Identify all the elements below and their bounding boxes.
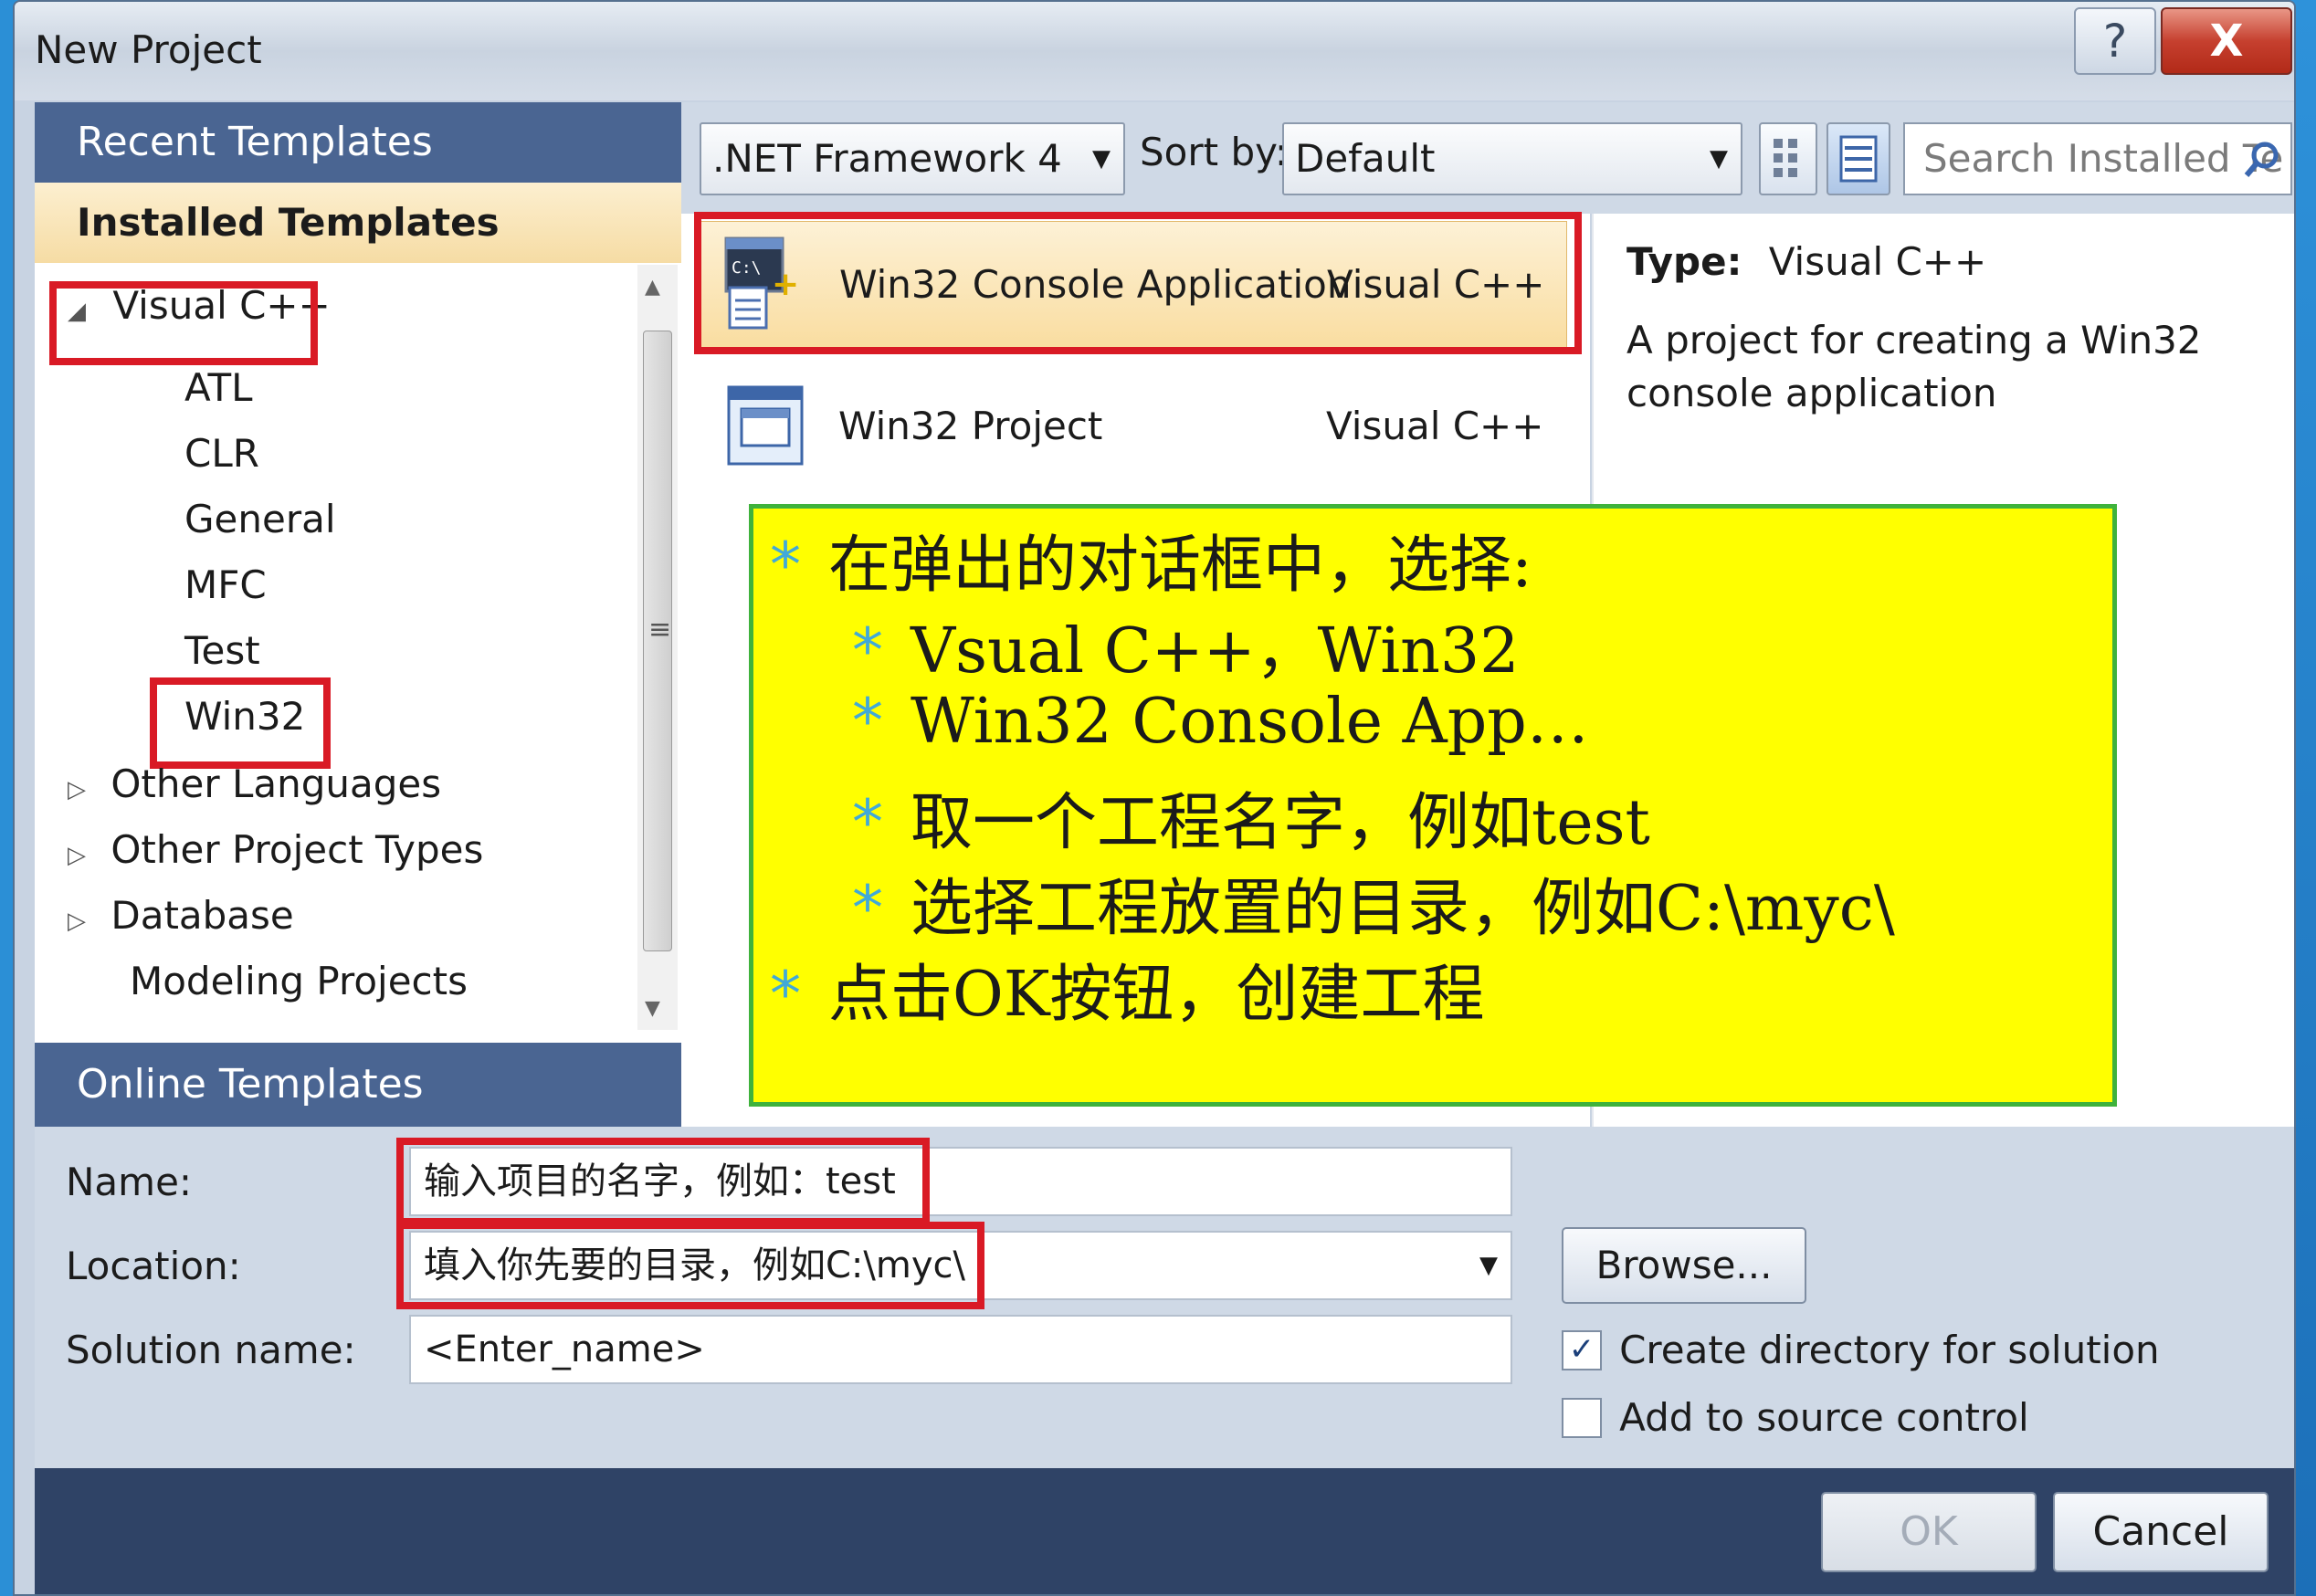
solution-name-label: Solution name: <box>66 1328 356 1372</box>
template-categories-panel: Recent Templates Installed Templates ◢ V… <box>35 102 681 1127</box>
create-directory-checkbox-row[interactable]: ✓ Create directory for solution <box>1562 1328 2160 1372</box>
framework-dropdown[interactable]: .NET Framework 4 ▼ <box>700 122 1125 195</box>
add-source-control-label: Add to source control <box>1619 1395 2029 1440</box>
tree-item-database[interactable]: ▷ Database <box>68 893 294 938</box>
close-icon: X <box>2209 16 2244 67</box>
framework-value: .NET Framework 4 <box>712 136 1062 181</box>
search-placeholder: Search Installed Te <box>1923 136 2284 181</box>
template-language: Visual C++ <box>1326 404 1544 448</box>
callout-line: * 点击OK按钮，创建工程 <box>770 959 1485 1031</box>
list-view-icon <box>1839 135 1878 183</box>
highlight-name <box>396 1138 930 1225</box>
dialog-footer: OK Cancel <box>35 1468 2294 1594</box>
type-label: Type: <box>1626 239 1742 284</box>
callout-line: * 取一个工程名字，例如test <box>852 787 1650 859</box>
bullet-star-icon: * <box>852 787 883 859</box>
tree-item-label: Database <box>111 893 294 938</box>
installed-templates-header[interactable]: Installed Templates <box>35 183 681 263</box>
create-directory-checkbox[interactable]: ✓ <box>1562 1329 1602 1370</box>
dropdown-arrow-icon[interactable]: ▼ <box>1479 1233 1498 1298</box>
tree-item-other-project-types[interactable]: ▷ Other Project Types <box>68 827 483 872</box>
win32-project-icon <box>727 385 804 466</box>
ok-button[interactable]: OK <box>1821 1492 2037 1572</box>
list-view-button[interactable] <box>1826 122 1890 195</box>
help-button[interactable]: ? <box>2074 7 2156 75</box>
bullet-star-icon: * <box>852 686 883 758</box>
tree-item-label: Other Languages <box>111 761 442 806</box>
tree-item-label: Other Project Types <box>111 827 484 872</box>
scroll-up-icon[interactable]: ▲ <box>645 276 660 299</box>
callout-line: * 选择工程放置的目录，例如C:\myc\ <box>852 873 1895 945</box>
dialog-title: New Project <box>35 27 262 72</box>
bullet-star-icon: * <box>852 873 883 945</box>
scroll-down-icon[interactable]: ▼ <box>645 997 660 1020</box>
callout-line: * Win32 Console App… <box>852 686 1589 758</box>
help-icon: ? <box>2102 15 2128 68</box>
grid-view-icon <box>1774 139 1797 177</box>
add-source-control-checkbox-row[interactable]: Add to source control <box>1562 1395 2029 1440</box>
bullet-star-icon: * <box>852 615 883 688</box>
tree-item-other-languages[interactable]: ▷ Other Languages <box>68 761 441 806</box>
callout-line: * Vsual C++，Win32 <box>852 615 1520 688</box>
bullet-star-icon: * <box>770 530 801 602</box>
tree-item-mfc[interactable]: MFC <box>184 562 267 607</box>
tree-item-clr[interactable]: CLR <box>184 431 259 476</box>
solution-name-input[interactable]: <Enter_name> <box>409 1315 1512 1384</box>
medium-icons-view-button[interactable] <box>1759 122 1817 195</box>
type-value: Visual C++ <box>1768 239 1987 284</box>
dropdown-arrow-icon: ▼ <box>1710 145 1728 173</box>
collapsed-triangle-icon: ▷ <box>68 776 86 803</box>
template-description: A project for creating a Win32 console a… <box>1626 318 2202 415</box>
add-source-control-checkbox[interactable] <box>1562 1397 1602 1438</box>
tree-item-test[interactable]: Test <box>184 628 260 673</box>
collapsed-triangle-icon: ▷ <box>68 842 86 869</box>
bullet-star-icon: * <box>770 959 801 1031</box>
sort-by-label: Sort by: <box>1140 130 1289 174</box>
callout-line: * 在弹出的对话框中，选择: <box>770 530 1532 602</box>
collapsed-triangle-icon: ▷ <box>68 908 86 935</box>
dropdown-arrow-icon: ▼ <box>1092 145 1111 173</box>
highlight-win32 <box>150 677 331 769</box>
tree-item-general[interactable]: General <box>184 497 336 541</box>
title-bar: New Project ? X <box>15 2 2294 100</box>
sort-dropdown[interactable]: Default ▼ <box>1282 122 1742 195</box>
instruction-callout: * 在弹出的对话框中，选择: * Vsual C++，Win32 * Win32 Co… <box>749 504 2117 1107</box>
name-label: Name: <box>66 1160 193 1204</box>
create-directory-label: Create directory for solution <box>1619 1328 2160 1372</box>
grip-icon: ≡ <box>648 614 672 646</box>
search-installed-templates-input[interactable]: Search Installed Te <box>1903 122 2292 195</box>
location-label: Location: <box>66 1244 241 1288</box>
online-templates-header[interactable]: Online Templates <box>35 1043 681 1127</box>
highlight-location <box>396 1222 984 1309</box>
recent-templates-header[interactable]: Recent Templates <box>35 102 681 183</box>
new-project-dialog: New Project ? X Recent Templates Install… <box>13 0 2296 1596</box>
tree-item-atl[interactable]: ATL <box>184 365 253 410</box>
search-icon <box>2244 142 2279 177</box>
close-button[interactable]: X <box>2161 7 2292 75</box>
solution-name-value: <Enter_name> <box>424 1328 705 1370</box>
highlight-console-template <box>694 212 1582 354</box>
template-name: Win32 Project <box>838 404 1103 448</box>
browse-button[interactable]: Browse... <box>1562 1227 1806 1304</box>
highlight-visual-cpp <box>49 281 318 365</box>
template-item-win32-project[interactable]: Win32 Project Visual C++ <box>700 362 1567 489</box>
cancel-button[interactable]: Cancel <box>2053 1492 2269 1572</box>
sort-value: Default <box>1295 136 1436 181</box>
type-row: Type: Visual C++ <box>1626 239 1986 284</box>
tree-item-modeling-projects[interactable]: Modeling Projects <box>130 959 468 1003</box>
